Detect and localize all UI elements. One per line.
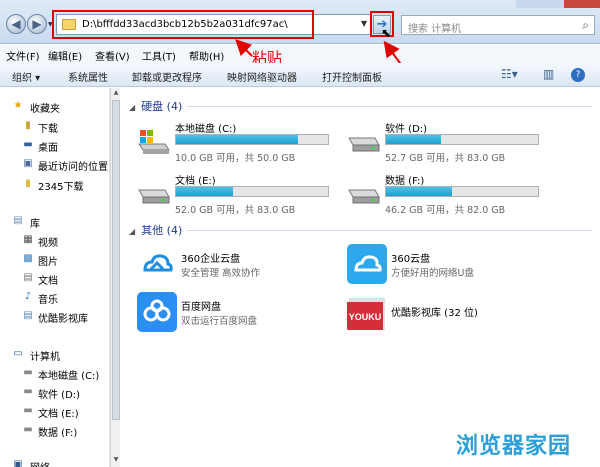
menu-help[interactable]: 帮助(H): [189, 48, 224, 63]
scroll-up-icon[interactable]: ▲: [112, 89, 120, 99]
help-icon[interactable]: ?: [571, 68, 585, 82]
window-controls: [516, 0, 600, 8]
back-arrow-icon[interactable]: ◀: [6, 14, 26, 34]
group-header-hard-disks[interactable]: ◢ 硬盘 (4): [129, 98, 182, 114]
map-network-drive-button[interactable]: 映射网络驱动器: [227, 69, 297, 84]
preview-pane-icon[interactable]: ▥: [543, 67, 554, 81]
baidu-netdisk-icon: [137, 292, 177, 332]
recent-places-icon: ▣: [23, 158, 33, 169]
cloud-360-icon: [347, 244, 387, 284]
youku-library-icon: ▤: [23, 310, 33, 321]
group-divider: [187, 106, 592, 107]
watermark-text: 浏览器家园: [456, 434, 572, 459]
search-icon[interactable]: ⌕: [582, 18, 589, 33]
windows-drive-icon: [138, 130, 170, 154]
navigation-pane: ★ 收藏夹 ▮ 下载 ▬ 桌面 ▣ 最近访问的位置 ▮ 2345下载 ▤ 库 ▦…: [0, 88, 110, 467]
drive-icon: ▬: [23, 367, 33, 378]
youku-icon: YOUKU: [347, 298, 385, 330]
drive-d-tile[interactable]: 软件 (D:) 52.7 GB 可用，共 83.0 GB: [347, 120, 557, 164]
sidebar-scrollbar[interactable]: ▲ ▼: [110, 88, 120, 467]
collapse-icon[interactable]: ◢: [129, 103, 135, 112]
drive-icon: [138, 189, 170, 204]
address-dropdown-icon[interactable]: ▼: [361, 19, 367, 28]
video-icon: ▦: [23, 234, 33, 245]
menu-tools[interactable]: 工具(T): [142, 48, 176, 63]
drive-usage-bar: [175, 186, 329, 197]
network-icon: ▣: [13, 459, 23, 467]
drive-icon: ▬: [23, 386, 33, 397]
minimize-button[interactable]: [516, 0, 540, 8]
drive-f-tile[interactable]: 数据 (F:) 46.2 GB 可用，共 82.0 GB: [347, 172, 557, 216]
view-options-icon[interactable]: ☷▾: [501, 67, 518, 81]
drive-icon: ▬: [23, 424, 33, 435]
system-properties-button[interactable]: 系统属性: [68, 69, 108, 84]
maximize-button[interactable]: [540, 0, 564, 8]
mouse-cursor-icon: ⬉: [381, 26, 392, 40]
search-input[interactable]: 搜索 计算机 ⌕: [401, 15, 595, 35]
collapse-icon[interactable]: ◢: [129, 227, 135, 236]
group-header-other[interactable]: ◢ 其他 (4): [129, 222, 182, 238]
command-toolbar: 组织 ▾ 系统属性 卸载或更改程序 映射网络驱动器 打开控制面板 ☷▾ ▥ ?: [0, 63, 600, 87]
scrollbar-thumb[interactable]: [112, 100, 120, 420]
drive-usage-bar: [385, 134, 539, 145]
forward-arrow-icon[interactable]: ▶: [27, 14, 47, 34]
organize-button[interactable]: 组织 ▾: [12, 69, 40, 84]
computer-icon: ▭: [13, 348, 23, 359]
content-pane: ◢ 硬盘 (4) 本地磁盘 (C:) 10.0 GB 可用，共 50.0 GB 软…: [121, 88, 600, 467]
menu-file[interactable]: 文件(F): [6, 48, 40, 63]
drive-icon: ▬: [23, 405, 33, 416]
drive-icon: [348, 189, 380, 204]
enterprise-cloud-icon: [137, 244, 177, 284]
app-360-enterprise-cloud[interactable]: 360企业云盘 安全管理 高效协作: [137, 244, 337, 286]
drive-icon: [348, 137, 380, 152]
address-bar-area: ◀ ▶ ▼ D:\bfffdd33acd3bcb12b5b2a031dfc97a…: [0, 0, 600, 44]
scroll-down-icon[interactable]: ▼: [112, 456, 120, 466]
desktop-icon: ▬: [23, 139, 33, 150]
music-icon: ♪: [24, 291, 32, 302]
app-baidu-netdisk[interactable]: 百度网盘 双击运行百度网盘: [137, 292, 337, 334]
menu-bar: 文件(F) 编辑(E) 查看(V) 工具(T) 帮助(H): [0, 45, 600, 63]
download-folder-icon: ▮: [25, 120, 31, 131]
folder-icon: ▮: [25, 178, 31, 189]
drive-usage-bar: [385, 186, 539, 197]
app-youku-library[interactable]: YOUKU 优酷影视库 (32 位): [347, 292, 547, 334]
close-button[interactable]: [564, 0, 600, 8]
menu-edit[interactable]: 编辑(E): [48, 48, 82, 63]
svg-text:YOUKU: YOUKU: [349, 312, 382, 322]
library-icon: ▤: [13, 215, 23, 226]
menu-view[interactable]: 查看(V): [95, 48, 130, 63]
pictures-icon: ▩: [23, 253, 33, 264]
open-control-panel-button[interactable]: 打开控制面板: [322, 69, 382, 84]
drive-usage-bar: [175, 134, 329, 145]
drive-e-tile[interactable]: 文档 (E:) 52.0 GB 可用，共 83.0 GB: [137, 172, 347, 216]
star-icon: ★: [13, 100, 23, 111]
uninstall-program-button[interactable]: 卸载或更改程序: [132, 69, 202, 84]
search-placeholder: 搜索 计算机: [408, 24, 462, 35]
group-divider: [187, 230, 592, 231]
address-highlight-box: [52, 10, 314, 39]
app-360-cloud[interactable]: 360云盘 方便好用的网络U盘: [347, 244, 547, 286]
documents-icon: ▤: [23, 272, 33, 283]
drive-c-tile[interactable]: 本地磁盘 (C:) 10.0 GB 可用，共 50.0 GB: [137, 120, 347, 164]
